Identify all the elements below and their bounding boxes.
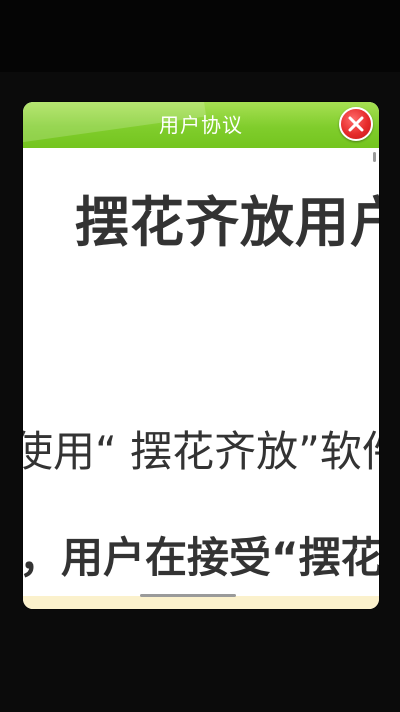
- close-button[interactable]: [339, 107, 373, 141]
- dialog-header: 用户协议: [23, 102, 379, 148]
- vertical-scrollbar[interactable]: [373, 152, 376, 162]
- agreement-text-line-1: 使用“ 摆花齐放”软件: [23, 427, 379, 476]
- dialog-footer: [23, 596, 379, 609]
- close-icon: [348, 116, 364, 132]
- user-agreement-dialog: 用户协议 摆花齐放用户 使用“ 摆花齐放”软件 前，用户在接受“摆花: [23, 102, 379, 609]
- agreement-heading: 摆花齐放用户: [75, 191, 379, 254]
- status-bar-area: [0, 0, 400, 72]
- agreement-content[interactable]: 摆花齐放用户 使用“ 摆花齐放”软件 前，用户在接受“摆花: [23, 148, 379, 596]
- agreement-text-line-2: 前，用户在接受“摆花: [23, 533, 379, 582]
- dialog-title: 用户协议: [159, 113, 243, 137]
- horizontal-scrollbar[interactable]: [140, 594, 236, 597]
